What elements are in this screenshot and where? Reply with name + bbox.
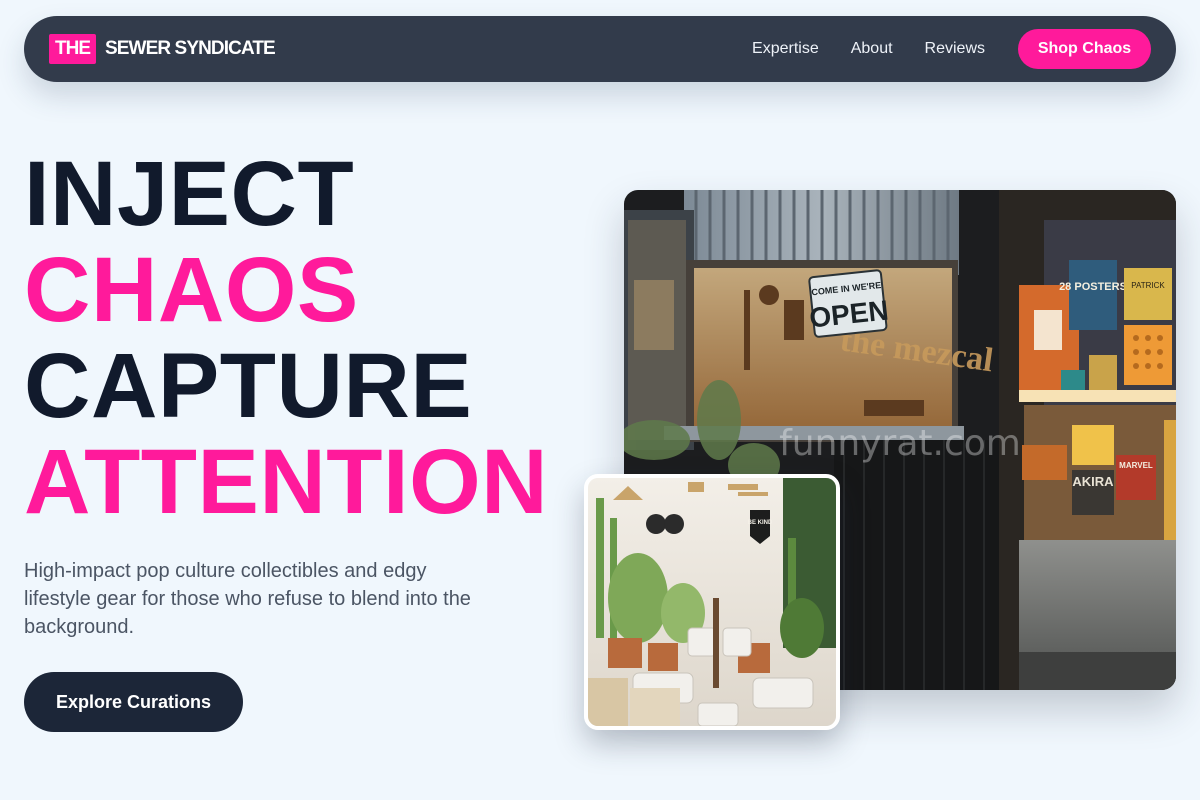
brand-logo[interactable]: THE SEWER SYNDICATE xyxy=(49,34,276,64)
hero-subtitle: High-impact pop culture collectibles and… xyxy=(24,560,471,638)
hero-headline: INJECT CHAOS CAPTURE ATTENTION xyxy=(24,146,548,530)
hero-line-chaos: CHAOS xyxy=(24,239,359,341)
logo-text: SEWER SYNDICATE xyxy=(105,38,276,59)
shop-chaos-button[interactable]: Shop Chaos xyxy=(1018,29,1151,69)
be-kind-banner-text: BE KIND xyxy=(748,520,773,526)
nav-link-about[interactable]: About xyxy=(851,40,893,58)
hero-line-inject: INJECT xyxy=(24,143,355,245)
poster-akira-text: AKIRA xyxy=(1072,474,1114,489)
hero-line-capture: CAPTURE xyxy=(24,335,473,437)
nav-link-expertise[interactable]: Expertise xyxy=(752,40,819,58)
plant-shop-photo: BE KIND xyxy=(584,474,840,730)
watermark-text: funnyrat.com xyxy=(779,423,1021,464)
poster-small-text: PATRICK xyxy=(1131,281,1165,290)
poster-marvel-text: MARVEL xyxy=(1119,461,1153,470)
explore-curations-button[interactable]: Explore Curations xyxy=(24,672,243,732)
hero-line-attention: ATTENTION xyxy=(24,431,549,533)
nav-links: Expertise About Reviews Shop Chaos xyxy=(752,29,1151,69)
nav-link-reviews[interactable]: Reviews xyxy=(925,40,985,58)
logo-highlight: THE xyxy=(49,34,96,64)
top-navbar: THE SEWER SYNDICATE Expertise About Revi… xyxy=(24,16,1176,82)
poster-title: 28 POSTERS xyxy=(1059,281,1127,293)
